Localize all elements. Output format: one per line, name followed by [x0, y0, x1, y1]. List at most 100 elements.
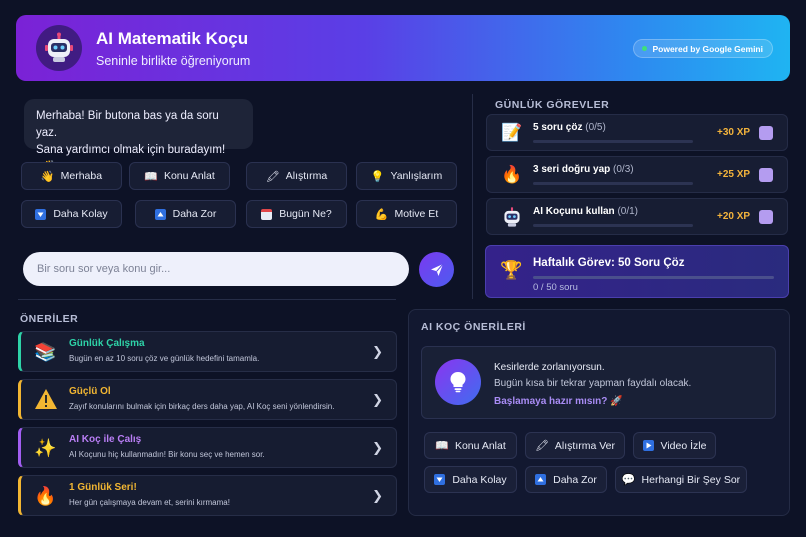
quick-button-label: Alıştırma [285, 170, 328, 182]
suggestion-card[interactable]: 📚 Günlük Çalışma Bugün en az 10 soru çöz… [18, 331, 397, 372]
app-header: AI Matematik Koçu Seninle birlikte öğren… [16, 15, 790, 81]
fire-icon: 🔥 [501, 165, 523, 184]
ai-button-herhangi-bir-sey-sor[interactable]: 💬 Herhangi Bir Şey Sor [615, 466, 747, 493]
send-icon [430, 263, 443, 276]
books-icon: 📚 [34, 342, 57, 362]
weekly-task-title: Haftalık Görev: 50 Soru Çöz [533, 257, 685, 269]
suggestion-description: Her gün çalışmaya devam et, serini kırma… [69, 498, 230, 507]
suggestion-title: Güçlü Ol [69, 386, 111, 397]
suggestion-card[interactable]: ✨ AI Koç ile Çalış AI Koçunu hiç kullanm… [18, 427, 397, 468]
task-name: AI Koçunu kullan [533, 206, 615, 217]
ai-button-alistirma-ver[interactable]: 🖍 Alıştırma Ver [525, 432, 625, 459]
task-checkbox[interactable] [759, 168, 773, 182]
suggestion-card[interactable]: Güçlü Ol Zayıf konularını bulmak için bi… [18, 379, 397, 420]
suggestion-card[interactable]: 🔥 1 Günlük Seri! Her gün çalışmaya devam… [18, 475, 397, 516]
section-divider [18, 299, 396, 300]
quick-button-label: Bugün Ne? [279, 208, 332, 220]
flexed-arm-icon: 💪 [374, 208, 389, 221]
daily-task: AI Koçunu kullan (0/1) +20 XP [486, 198, 788, 235]
ai-button-label: Konu Anlat [454, 439, 506, 452]
ai-button-video-izle[interactable]: Video İzle [633, 432, 716, 459]
chevron-right-icon: ❯ [372, 392, 383, 407]
powered-by-badge: Powered by Google Gemini [633, 39, 773, 58]
book-icon: 📖 [144, 170, 158, 183]
suggestion-description: AI Koçunu hiç kullanmadın! Bir konu seç … [69, 450, 265, 459]
task-count: (0/1) [617, 206, 639, 217]
question-input[interactable] [23, 252, 409, 286]
quick-button-label: Yanlışlarım [390, 170, 443, 182]
suggestion-title: Günlük Çalışma [69, 338, 145, 349]
daily-task: 🔥 3 seri doğru yap (0/3) +25 XP [486, 156, 788, 193]
column-divider [472, 94, 473, 299]
wave-icon: 👋 [40, 170, 55, 183]
coach-cta-link[interactable]: Başlamaya hazır mısın? 🚀 [494, 396, 623, 407]
ai-button-daha-zor[interactable]: Daha Zor [525, 466, 607, 493]
ai-button-daha-kolay[interactable]: Daha Kolay [424, 466, 517, 493]
ai-button-label: Alıştırma Ver [554, 439, 616, 452]
quick-button-merhaba[interactable]: 👋 Merhaba [21, 162, 122, 190]
trophy-icon: 🏆 [500, 260, 523, 280]
coach-message-line-2: Bugün kısa bir tekrar yapman faydalı ola… [494, 378, 692, 389]
speech-bubble-icon: 💬 [621, 474, 636, 486]
greeting-line-1: Merhaba! Bir butona bas ya da soru yaz. [36, 110, 219, 139]
task-checkbox[interactable] [759, 210, 773, 224]
suggestion-description: Bugün en az 10 soru çöz ve günlük hedefi… [69, 354, 260, 363]
suggestion-title: 1 Günlük Seri! [69, 482, 137, 493]
weekly-task-count: 0 / 50 soru [533, 282, 578, 293]
task-count: (0/5) [585, 122, 606, 133]
ai-coach-title: AI KOÇ ÖNERİLERİ [421, 321, 526, 333]
task-xp: +20 XP [717, 211, 751, 222]
crayon-icon: 🖍 [265, 170, 280, 183]
quick-button-label: Daha Zor [172, 208, 217, 220]
app-title: AI Matematik Koçu [96, 28, 249, 48]
weekly-progress-bar [533, 276, 774, 279]
sparkles-icon: ✨ [34, 438, 57, 458]
lightbulb-icon: 💡 [370, 170, 385, 183]
lightbulb-icon [450, 372, 466, 393]
task-name: 3 seri doğru yap [533, 164, 611, 175]
lightbulb-badge [435, 359, 481, 405]
chevron-right-icon: ❯ [372, 488, 383, 503]
calendar-icon [261, 208, 273, 220]
coach-greeting-bubble: Merhaba! Bir butona bas ya da soru yaz. … [24, 99, 253, 173]
up-arrow-icon [154, 208, 166, 220]
greeting-line-2: Sana yardımcı olmak için buradayım! [36, 144, 226, 156]
quick-button-yanlislarim[interactable]: 💡 Yanlışlarım [356, 162, 457, 190]
task-progress-bar [533, 182, 693, 185]
chevron-right-icon: ❯ [372, 440, 383, 455]
ai-button-label: Daha Kolay [452, 473, 507, 486]
quick-button-label: Motive Et [394, 208, 439, 220]
task-progress-bar [533, 140, 693, 143]
daily-task: 📝 5 soru çöz (0/5) +30 XP [486, 114, 788, 151]
book-icon: 📖 [435, 440, 449, 452]
quick-button-daha-zor[interactable]: Daha Zor [135, 200, 236, 228]
quick-button-bugun-ne[interactable]: Bugün Ne? [246, 200, 347, 228]
quick-button-daha-kolay[interactable]: Daha Kolay [21, 200, 122, 228]
suggestion-title: AI Koç ile Çalış [69, 434, 142, 445]
robot-icon [45, 32, 73, 62]
task-progress-bar [533, 224, 693, 227]
up-arrow-icon [535, 474, 547, 485]
quick-button-konu-anlat[interactable]: 📖 Konu Anlat [129, 162, 230, 190]
ai-button-label: Herhangi Bir Şey Sor [641, 473, 741, 486]
down-arrow-icon [434, 474, 446, 485]
coach-message-line-1: Kesirlerde zorlanıyorsun. [494, 362, 605, 373]
quick-button-label: Daha Kolay [53, 208, 108, 220]
warning-icon [34, 389, 58, 415]
quick-button-label: Konu Anlat [163, 170, 215, 182]
ai-coach-message-card: Kesirlerde zorlanıyorsun. Bugün kısa bir… [421, 346, 776, 419]
quick-button-alistirma[interactable]: 🖍 Alıştırma [246, 162, 347, 190]
ai-button-konu-anlat[interactable]: 📖 Konu Anlat [424, 432, 517, 459]
crayon-icon: 🖍 [534, 440, 549, 452]
chevron-right-icon: ❯ [372, 344, 383, 359]
quick-button-motive-et[interactable]: 💪 Motive Et [356, 200, 457, 228]
ai-button-label: Daha Zor [553, 473, 597, 486]
ai-button-label: Video İzle [660, 439, 707, 452]
suggestions-title: ÖNERİLER [20, 313, 79, 325]
task-checkbox[interactable] [759, 126, 773, 140]
send-button[interactable] [419, 252, 454, 287]
weekly-task-card: 🏆 Haftalık Görev: 50 Soru Çöz 0 / 50 sor… [485, 245, 789, 298]
play-icon [642, 440, 654, 451]
suggestion-description: Zayıf konularını bulmak için birkaç ders… [69, 402, 335, 411]
powered-by-label: Powered by Google Gemini [652, 43, 763, 54]
